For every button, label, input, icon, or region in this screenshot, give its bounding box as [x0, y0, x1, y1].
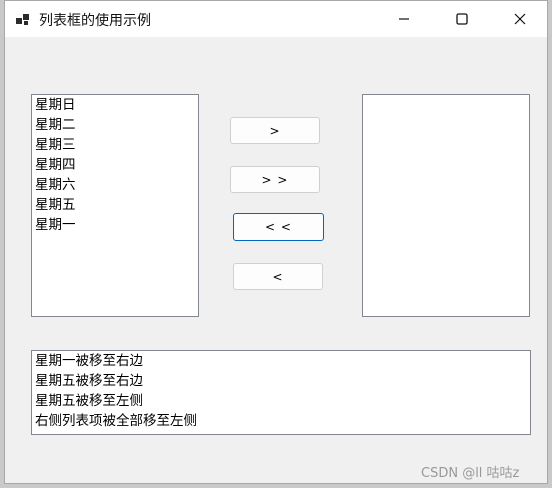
window-title: 列表框的使用示例: [39, 13, 151, 29]
move-all-left-button[interactable]: < <: [233, 213, 324, 241]
right-listbox[interactable]: [362, 94, 530, 317]
maximize-button[interactable]: [433, 1, 491, 37]
left-listbox[interactable]: 星期日 星期二 星期三 星期四 星期六 星期五 星期一: [31, 94, 199, 317]
log-listbox[interactable]: 星期一被移至右边 星期五被移至右边 星期五被移至左侧 右侧列表项被全部移至左侧: [31, 350, 531, 435]
log-item[interactable]: 星期五被移至右边: [32, 371, 530, 391]
log-item[interactable]: 星期一被移至右边: [32, 351, 530, 371]
move-all-right-button[interactable]: > >: [230, 166, 320, 193]
title-bar[interactable]: 列表框的使用示例: [5, 1, 547, 37]
list-item[interactable]: 星期四: [32, 155, 198, 175]
list-item[interactable]: 星期五: [32, 195, 198, 215]
app-icon: [16, 14, 29, 25]
close-icon: [514, 13, 526, 25]
list-item[interactable]: 星期日: [32, 95, 198, 115]
watermark-text: CSDN @ll 咕咕z: [421, 466, 520, 481]
log-item[interactable]: 右侧列表项被全部移至左侧: [32, 411, 530, 431]
list-item[interactable]: 星期二: [32, 115, 198, 135]
maximize-icon: [456, 13, 468, 25]
list-item[interactable]: 星期三: [32, 135, 198, 155]
move-one-right-button[interactable]: >: [230, 117, 320, 144]
minimize-button[interactable]: [375, 1, 433, 37]
minimize-icon: [399, 18, 409, 20]
main-window: 列表框的使用示例 星期日 星期二 星期三 星期四 星期六 星期五 星期一 > >…: [4, 0, 548, 484]
list-item[interactable]: 星期六: [32, 175, 198, 195]
move-one-left-button[interactable]: <: [233, 263, 323, 290]
log-item[interactable]: 星期五被移至左侧: [32, 391, 530, 411]
list-item[interactable]: 星期一: [32, 215, 198, 235]
close-button[interactable]: [491, 1, 547, 37]
